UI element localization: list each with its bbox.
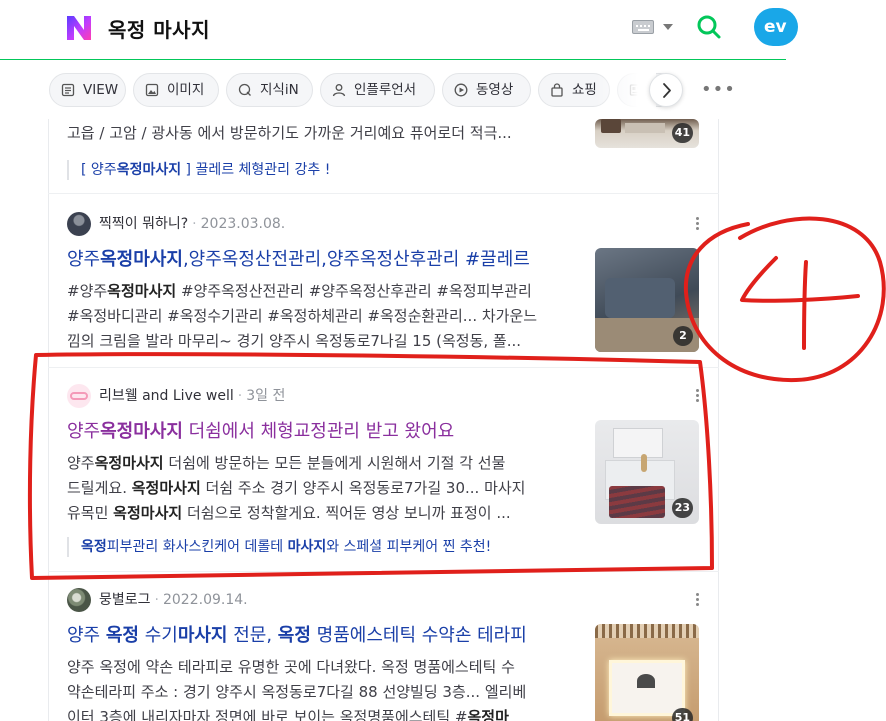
result-description-line: 양주옥정마사지 더쉼에 방문하는 모든 분들에게 시원해서 기절 각 선물 — [67, 454, 506, 472]
result-description-line: 낌의 크림을 발라 마무리~ 경기 양주시 옥정동로7나길 15 (옥정동, 폴… — [67, 332, 522, 350]
tab-influencer[interactable]: 인플루언서 — [320, 73, 435, 107]
search-header: 옥정 마사지 ev — [0, 0, 798, 60]
avatar[interactable] — [67, 588, 91, 612]
result-description-line: 드릴게요. 옥정마사지 더쉼 주소 경기 양주시 옥정동로7가길 30... 마… — [67, 479, 526, 497]
profile-avatar[interactable]: ev — [754, 8, 798, 46]
author-name[interactable]: 뭉별로그 · 2022.09.14. — [99, 588, 248, 612]
tab-label: 지식iN — [260, 82, 299, 98]
more-options-icon[interactable] — [694, 389, 700, 405]
related-post-link[interactable]: [ 양주옥정마사지 ] 끌레르 체형관리 강추 ! — [67, 160, 330, 180]
result-thumbnail[interactable]: 2 — [595, 248, 699, 352]
result-description-line: 유목민 옥정마사지 더쉼으로 정착할게요. 찍어둔 영상 보니까 표정이 ... — [67, 504, 511, 522]
result-description-line: 약손테라피 주소 : 경기 양주시 옥정동로7다길 88 선양빌딩 3층... … — [67, 683, 527, 701]
result-description-line: 양주 옥정에 약손 테라피로 유명한 곳에 다녀왔다. 옥정 명품에스테틱 수 — [67, 658, 515, 676]
more-options-icon[interactable] — [694, 217, 700, 233]
tab-label: 동영상 — [476, 82, 514, 98]
tab-label: 쇼핑 — [572, 82, 597, 98]
post-date: 2023.03.08. — [200, 216, 286, 232]
tab-video[interactable]: 동영상 — [442, 73, 531, 107]
search-query-input[interactable]: 옥정 마사지 — [108, 14, 210, 43]
keyboard-icon[interactable] — [632, 20, 654, 34]
related-post-link[interactable]: 옥정피부관리 화사스킨케어 데롤테 마사지와 스페셜 피부케어 찐 추천! — [67, 537, 491, 557]
more-tabs-icon[interactable]: ••• — [701, 81, 736, 99]
post-date: 3일 전 — [246, 388, 286, 404]
more-options-icon[interactable] — [694, 593, 700, 609]
author-name[interactable]: 리브웰 and Live well · 3일 전 — [99, 384, 285, 408]
tab-image[interactable]: 이미지 — [133, 73, 219, 107]
avatar[interactable] — [67, 212, 91, 236]
result-title[interactable]: 양주 옥정 수기마사지 전문, 옥정 명품에스테틱 수약손 테라피 — [67, 623, 527, 649]
result-thumbnail[interactable]: 51 — [595, 624, 699, 721]
image-count-badge: 23 — [671, 498, 693, 518]
keyboard-dropdown-icon[interactable] — [663, 24, 673, 30]
tab-label: VIEW — [83, 82, 119, 98]
result-description: 고읍 / 고암 / 광사동 에서 방문하기도 가까운 거리예요 퓨어로더 적극.… — [67, 124, 512, 142]
tab-fade-overlay — [596, 72, 656, 110]
document-icon — [61, 83, 75, 97]
result-divider — [48, 367, 719, 368]
result-title[interactable]: 양주옥정마사지,양주옥정산전관리,양주옥정산후관리 #끌레르 — [67, 247, 530, 273]
qna-icon — [238, 83, 251, 96]
result-description-line: #옥정바디관리 #옥정수기관리 #옥정하체관리 #옥정순환관리... 차가운느 — [67, 307, 538, 325]
result-title[interactable]: 양주옥정마사지 더쉼에서 체형교정관리 받고 왔어요 — [67, 419, 454, 445]
avatar[interactable] — [67, 384, 91, 408]
result-divider — [48, 193, 719, 194]
tab-label: 인플루언서 — [354, 82, 417, 98]
bag-icon — [551, 83, 563, 97]
tab-label: 이미지 — [167, 82, 205, 98]
post-date: 2022.09.14. — [162, 592, 248, 608]
person-icon — [332, 84, 346, 97]
handwritten-number-annotation — [740, 256, 860, 350]
play-icon — [454, 83, 468, 97]
result-thumbnail[interactable]: 23 — [595, 420, 699, 524]
image-count-badge: 2 — [673, 326, 693, 346]
chevron-right-icon — [663, 83, 671, 98]
result-description-line: 이터 3층에 내리자마자 정면에 바로 보이는 옥정명품에스테틱 #옥정마 — [67, 708, 509, 721]
image-count-badge: 51 — [671, 708, 693, 721]
author-name[interactable]: 찍찍이 뭐하니? · 2023.03.08. — [99, 212, 285, 236]
tabs-next-button[interactable] — [649, 73, 683, 107]
result-thumbnail[interactable]: 41 — [595, 119, 699, 148]
tab-kin[interactable]: 지식iN — [226, 73, 313, 107]
result-divider — [48, 571, 719, 572]
image-count-badge: 41 — [671, 123, 693, 143]
tab-view[interactable]: VIEW — [49, 73, 126, 107]
naver-logo-icon[interactable] — [66, 15, 92, 41]
image-icon — [145, 83, 159, 97]
result-description-line: #양주옥정마사지 #양주옥정산전관리 #양주옥정산후관리 #옥정피부관리 — [67, 282, 532, 300]
search-icon[interactable] — [696, 14, 722, 40]
